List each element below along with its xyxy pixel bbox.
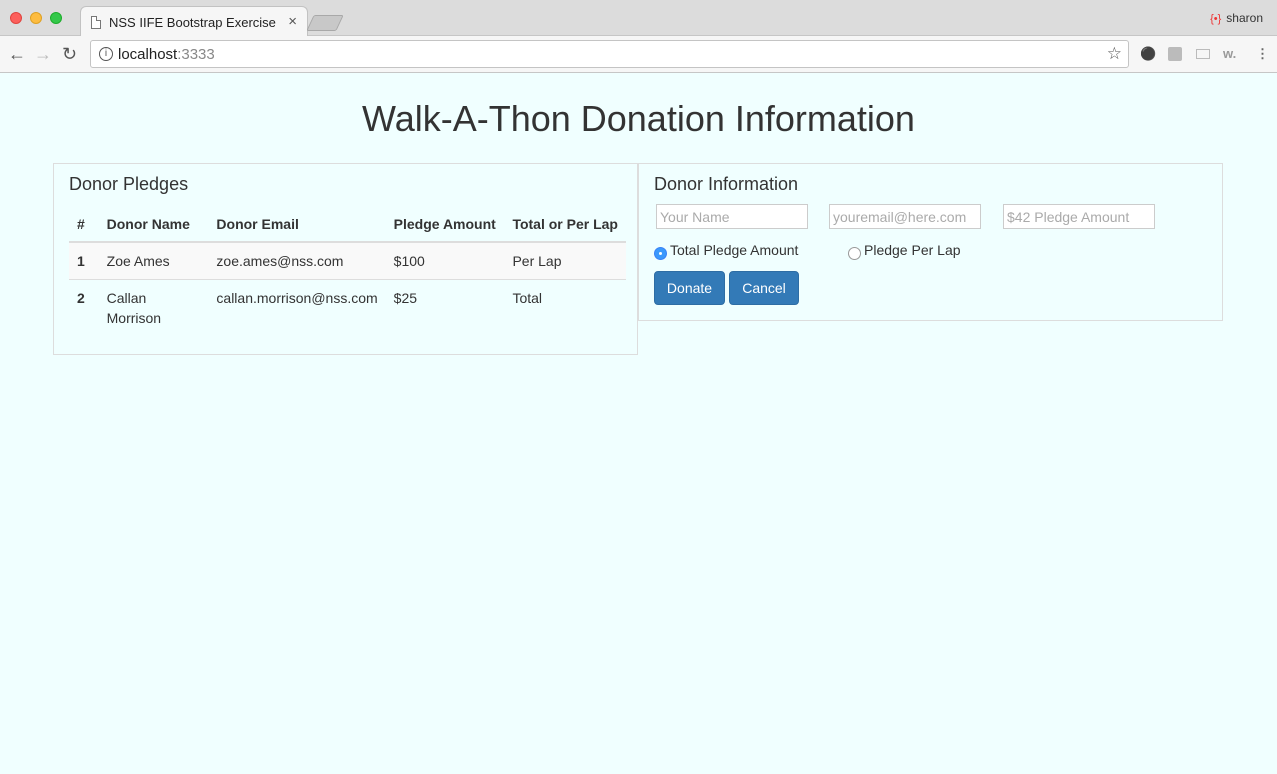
donor-name-cell: Callan Morrison <box>98 279 209 336</box>
browser-tab-bar: NSS IIFE Bootstrap Exercise × {•} sharon <box>0 0 1277 37</box>
close-window-button[interactable] <box>10 12 22 24</box>
tab-close-icon[interactable]: × <box>288 13 297 30</box>
pledge-amount-input[interactable] <box>1003 204 1155 229</box>
reload-icon[interactable]: ↻ <box>62 44 77 65</box>
pledges-heading: Donor Pledges <box>69 174 189 194</box>
email-input[interactable] <box>829 204 981 229</box>
total-pledge-radio[interactable] <box>654 247 667 260</box>
forward-arrow-icon[interactable]: → <box>34 44 52 65</box>
profile-button[interactable]: {•} sharon <box>1210 11 1263 25</box>
evernote-icon[interactable]: ⚫ <box>1140 46 1156 62</box>
document-icon <box>91 16 101 29</box>
column-header: Donor Name <box>98 202 209 243</box>
table-row: 2 Callan Morrison callan.morrison@nss.co… <box>69 279 626 336</box>
pledges-table: # Donor Name Donor Email Pledge Amount T… <box>69 202 626 336</box>
column-header: Pledge Amount <box>385 202 505 243</box>
column-header: Donor Email <box>208 202 386 243</box>
back-arrow-icon[interactable]: ← <box>8 44 26 65</box>
pledge-amount-cell: $25 <box>385 279 505 336</box>
maximize-window-button[interactable] <box>50 12 62 24</box>
column-header: Total or Per Lap <box>504 202 626 243</box>
per-lap-label[interactable]: Pledge Per Lap <box>864 242 961 258</box>
star-icon[interactable]: ☆ <box>1107 44 1122 64</box>
table-header-row: # Donor Name Donor Email Pledge Amount T… <box>69 202 626 243</box>
minimize-window-button[interactable] <box>30 12 42 24</box>
info-icon[interactable]: i <box>99 47 113 61</box>
cancel-button[interactable]: Cancel <box>729 271 799 305</box>
address-bar[interactable]: i localhost:3333 ☆ <box>90 40 1129 68</box>
donor-email-cell: callan.morrison@nss.com <box>208 279 386 336</box>
donor-email-cell: zoe.ames@nss.com <box>216 253 344 269</box>
browser-tab[interactable]: NSS IIFE Bootstrap Exercise × <box>80 6 308 37</box>
table-row: 1 Zoe Ames zoe.ames@nss.com $100 Per Lap <box>69 242 626 280</box>
extension-icon[interactable] <box>1168 47 1182 61</box>
url-text: localhost:3333 <box>118 46 215 63</box>
row-number: 1 <box>77 253 85 269</box>
new-tab-button[interactable] <box>306 15 344 31</box>
wappalyzer-icon[interactable]: w. <box>1223 46 1236 61</box>
donor-name-cell: Zoe Ames <box>106 253 170 269</box>
total-pledge-label[interactable]: Total Pledge Amount <box>670 242 798 258</box>
donor-info-heading: Donor Information <box>654 174 799 194</box>
profile-icon: {•} <box>1210 13 1222 25</box>
donate-button[interactable]: Donate <box>654 271 725 305</box>
tab-title: NSS IIFE Bootstrap Exercise <box>109 15 276 30</box>
row-number: 2 <box>69 279 99 336</box>
page-title: Walk-A-Thon Donation Information <box>362 98 915 139</box>
name-input[interactable] <box>656 204 808 229</box>
donor-information-panel: Donor Information Total Pledge Amount Pl… <box>638 163 1223 321</box>
cast-icon[interactable] <box>1196 49 1210 59</box>
per-lap-radio[interactable] <box>848 247 861 260</box>
menu-icon[interactable]: ⋮ <box>1256 46 1269 62</box>
pledge-type-cell: Per Lap <box>512 253 562 269</box>
pledge-amount-cell: $100 <box>393 253 425 269</box>
donor-pledges-panel: Donor Pledges # Donor Name Donor Email P… <box>53 163 638 355</box>
column-header: # <box>69 202 99 243</box>
pledge-type-cell: Total <box>504 279 626 336</box>
browser-toolbar: ← → ↻ i localhost:3333 ☆ ⚫ w. ⋮ <box>0 36 1277 73</box>
profile-name: sharon <box>1226 11 1263 25</box>
